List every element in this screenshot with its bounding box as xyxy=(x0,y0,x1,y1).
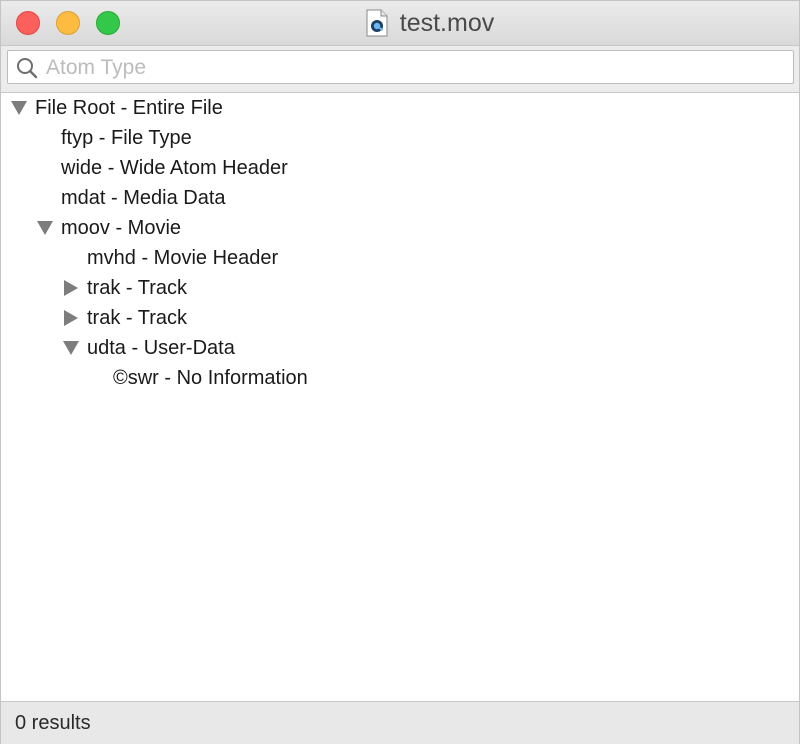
tree-row[interactable]: moov - Movie xyxy=(1,213,799,243)
tree-row-label: trak - Track xyxy=(87,307,188,329)
results-count: 0 results xyxy=(15,712,91,734)
tree-row[interactable]: ftyp - File Type xyxy=(1,123,799,153)
tree-row[interactable]: trak - Track xyxy=(1,303,799,333)
search-bar xyxy=(1,46,799,93)
tree-row-label: File Root - Entire File xyxy=(35,97,223,119)
app-window: test.mov File Root - Entire File ftyp - F… xyxy=(0,0,800,744)
search-icon xyxy=(17,58,38,79)
search-input[interactable] xyxy=(44,54,788,82)
disclosure-triangle-collapsed-icon[interactable] xyxy=(61,303,81,333)
disclosure-triangle-expanded-icon[interactable] xyxy=(35,213,55,243)
window-title-group: test.mov xyxy=(1,1,799,45)
tree-row[interactable]: ©swr - No Information xyxy=(1,363,799,393)
tree-row[interactable]: udta - User-Data xyxy=(1,333,799,363)
tree-row[interactable]: mdat - Media Data xyxy=(1,183,799,213)
tree-row-label: ©swr - No Information xyxy=(113,367,308,389)
tree-row-label: trak - Track xyxy=(87,277,188,299)
quicktime-document-icon xyxy=(366,9,388,37)
tree-row-label: moov - Movie xyxy=(61,217,182,239)
tree-row-label: ftyp - File Type xyxy=(61,127,192,149)
tree-row-label: mvhd - Movie Header xyxy=(87,247,279,269)
tree-row[interactable]: wide - Wide Atom Header xyxy=(1,153,799,183)
disclosure-triangle-collapsed-icon[interactable] xyxy=(61,273,81,303)
tree-row[interactable]: mvhd - Movie Header xyxy=(1,243,799,273)
tree-row[interactable]: File Root - Entire File xyxy=(1,93,799,123)
search-field[interactable] xyxy=(7,50,794,84)
window-title: test.mov xyxy=(399,8,495,37)
title-bar[interactable]: test.mov xyxy=(1,1,799,46)
disclosure-triangle-expanded-icon[interactable] xyxy=(61,333,81,363)
tree-row-label: udta - User-Data xyxy=(87,337,235,359)
atom-tree: File Root - Entire File ftyp - File Type w… xyxy=(1,93,799,393)
tree-row[interactable]: trak - Track xyxy=(1,273,799,303)
tree-row-label: wide - Wide Atom Header xyxy=(61,157,288,179)
tree-row-label: mdat - Media Data xyxy=(61,187,226,209)
disclosure-triangle-expanded-icon[interactable] xyxy=(9,93,29,123)
status-bar: 0 results xyxy=(1,701,799,744)
